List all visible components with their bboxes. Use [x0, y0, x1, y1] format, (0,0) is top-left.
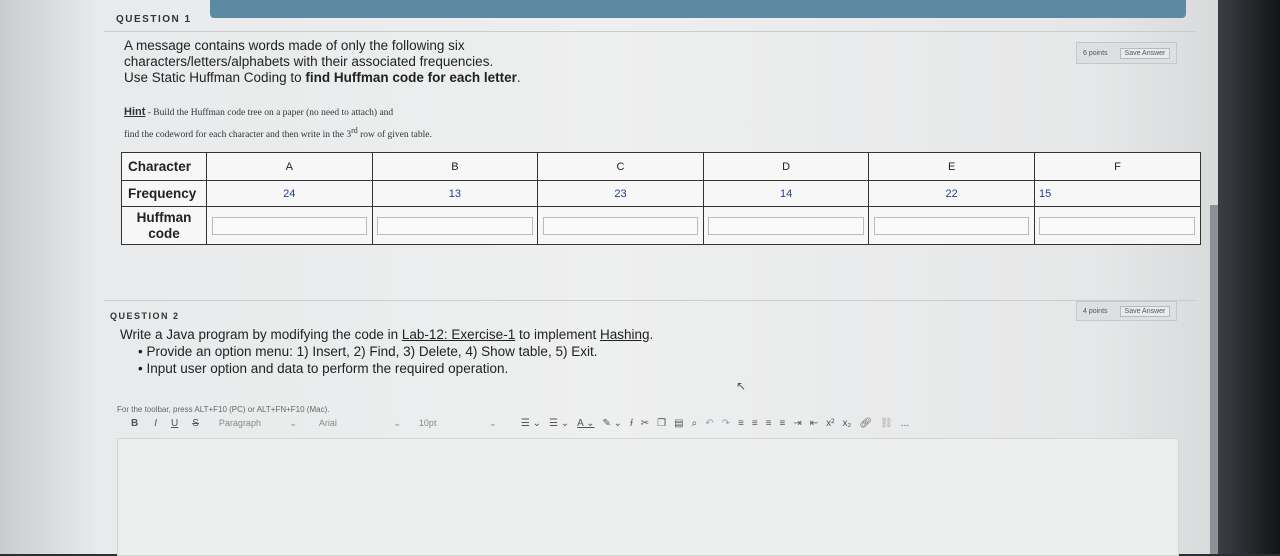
question-1-label: QUESTION 1: [116, 14, 192, 25]
highlight-icon[interactable]: ✎ ⌄: [602, 418, 622, 429]
letter-c: C: [537, 152, 704, 181]
outdent-icon[interactable]: ⇤: [810, 418, 818, 429]
question-1-line-2: characters/letters/alphabets with their …: [124, 54, 494, 69]
question-1-points-box: 6 points Save Answer: [1076, 42, 1178, 64]
subscript-button[interactable]: x₂: [842, 418, 851, 429]
huffman-code-input-d[interactable]: [708, 216, 864, 235]
align-left-icon[interactable]: ≡: [738, 418, 744, 429]
question-2-bullets: Provide an option menu: 1) Insert, 2) Fi…: [120, 343, 653, 377]
frequency-b: 13: [371, 180, 539, 207]
bold-button[interactable]: B: [131, 418, 138, 429]
superscript-button[interactable]: x²: [826, 418, 834, 429]
answer-editor[interactable]: [117, 438, 1179, 556]
bullet-1: Provide an option menu: 1) Insert, 2) Fi…: [138, 343, 653, 360]
unlink-icon[interactable]: ⛓: [880, 418, 893, 429]
more-button[interactable]: ...: [901, 418, 909, 429]
question-1-text: A message contains words made of only th…: [124, 38, 521, 86]
question-1-points: 6 points: [1083, 49, 1108, 57]
lab-link[interactable]: Lab-12: Exercise-1: [402, 327, 515, 342]
huffman-table: Character A B C D E F Frequency 24 13 23…: [121, 152, 1202, 245]
screen-bezel: [1218, 0, 1280, 554]
redo-icon[interactable]: ↷: [722, 418, 730, 429]
row-label-huffman-code: Huffman code: [121, 206, 207, 245]
question-1-line-1: A message contains words made of only th…: [124, 38, 465, 53]
undo-icon[interactable]: ↶: [705, 418, 713, 429]
align-center-icon[interactable]: ≡: [752, 418, 758, 429]
underline-button[interactable]: U: [171, 418, 178, 429]
strikethrough-button[interactable]: S: [192, 418, 199, 429]
font-select[interactable]: Arial ⌄: [319, 418, 409, 429]
character-row: Character A B C D E F: [121, 152, 1202, 181]
question-2-points: 4 points: [1083, 307, 1108, 315]
huffman-code-input-f[interactable]: [1039, 216, 1196, 235]
save-answer-button-1[interactable]: Save Answer: [1119, 47, 1171, 59]
row-label-character: Character: [121, 152, 207, 181]
copy-icon[interactable]: ❐: [657, 418, 666, 429]
paste-icon[interactable]: ▤: [674, 418, 683, 429]
clear-format-icon[interactable]: Ɨ: [630, 418, 633, 429]
align-justify-icon[interactable]: ≡: [780, 418, 786, 429]
question-2-text: Write a Java program by modifying the co…: [120, 326, 653, 377]
mouse-cursor-icon: ↖: [736, 379, 747, 393]
size-select[interactable]: 10pt ⌄: [419, 418, 509, 429]
editor-toolbar: B I U S Paragraph ⌄ Arial ⌄ 10pt ⌄ ☰ ⌄ ☰…: [117, 410, 1177, 436]
search-icon[interactable]: ⌕: [692, 418, 698, 429]
hint: Hint - Build the Huffman code tree on a …: [124, 106, 432, 141]
question-1-divider: [104, 31, 1196, 32]
top-bar: [210, 0, 1186, 18]
question-2-intro: Write a Java program by modifying the co…: [120, 327, 654, 342]
bullet-2: Input user option and data to perform th…: [138, 360, 653, 377]
frequency-f: 15: [1033, 180, 1202, 207]
letter-a: A: [206, 152, 373, 181]
letter-d: D: [702, 152, 870, 181]
hint-label: Hint: [124, 106, 146, 118]
huffman-code-input-c[interactable]: [542, 216, 699, 235]
question-2-divider: [104, 300, 1196, 301]
letter-e: E: [868, 152, 1035, 181]
save-answer-button-2[interactable]: Save Answer: [1119, 305, 1171, 317]
frequency-d: 14: [702, 180, 870, 207]
frequency-row: Frequency 24 13 23 14 22 15: [121, 180, 1202, 207]
cut-icon[interactable]: ✂: [641, 418, 649, 429]
text-color-icon[interactable]: A ⌄: [577, 418, 594, 429]
hashing-link[interactable]: Hashing: [600, 327, 650, 342]
scrollbar[interactable]: [1210, 205, 1218, 554]
italic-button[interactable]: I: [154, 418, 157, 429]
question-2-label: QUESTION 2: [110, 311, 180, 321]
link-icon[interactable]: 🔗︎: [859, 418, 872, 429]
row-label-frequency: Frequency: [121, 180, 207, 207]
huffman-code-input-a[interactable]: [211, 216, 368, 235]
indent-icon[interactable]: ⇥: [793, 418, 801, 429]
letter-f: F: [1033, 152, 1202, 181]
huffman-code-input-b[interactable]: [377, 216, 533, 235]
paragraph-select[interactable]: Paragraph ⌄: [219, 418, 309, 429]
question-2-points-box: 4 points Save Answer: [1076, 301, 1178, 321]
letter-b: B: [371, 152, 539, 181]
screen: QUESTION 1 6 points Save Answer A messag…: [0, 0, 1218, 556]
align-right-icon[interactable]: ≡: [766, 418, 772, 429]
numbered-list-icon[interactable]: ☰ ⌄: [549, 418, 569, 429]
frequency-a: 24: [206, 180, 373, 207]
huffman-code-input-e[interactable]: [873, 216, 1030, 235]
frequency-e: 22: [868, 180, 1035, 207]
question-1-line-3: Use Static Huffman Coding to find Huffma…: [124, 70, 521, 85]
huffman-code-row: Huffman code: [121, 206, 1202, 245]
frequency-c: 23: [537, 180, 704, 207]
bullet-list-icon[interactable]: ☰ ⌄: [521, 418, 541, 429]
